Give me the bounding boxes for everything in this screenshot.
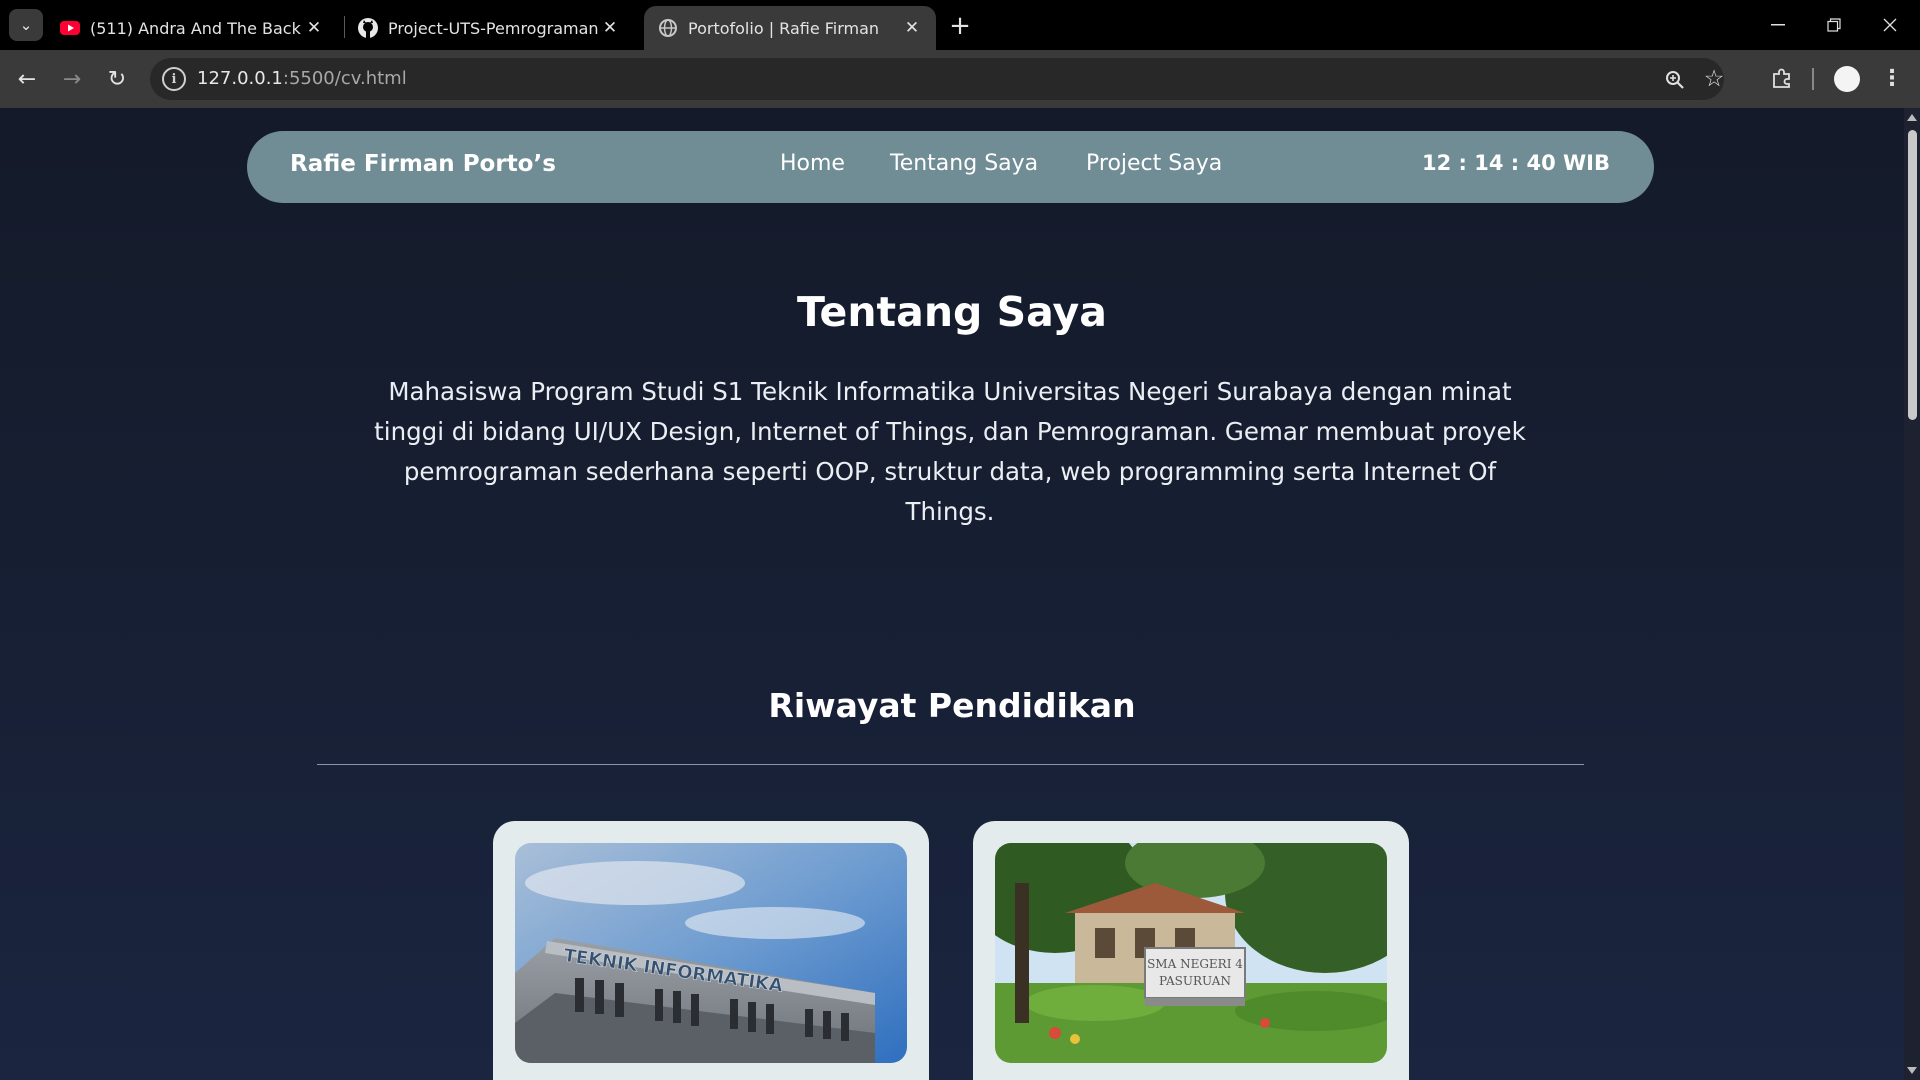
address-bar[interactable]: i 127.0.0.1:5500/cv.html ☆ bbox=[150, 58, 1724, 100]
new-tab-button[interactable]: + bbox=[945, 11, 975, 41]
section-divider bbox=[317, 764, 1584, 765]
highschool-image: SMA NEGERI 4 PASURUAN bbox=[995, 843, 1387, 1063]
restore-button[interactable] bbox=[1806, 0, 1862, 50]
site-navbar: Rafie Firman Porto’s Home Tentang Saya P… bbox=[247, 131, 1654, 203]
arrow-left-icon: ← bbox=[17, 66, 37, 92]
browser-tab-portfolio[interactable]: Portofolio | Rafie Firman ✕ bbox=[644, 6, 936, 50]
university-building-image: TEKNIK INFORMATIKA bbox=[515, 843, 907, 1063]
url-host: 127.0.0.1 bbox=[197, 68, 283, 89]
education-card-university[interactable]: TEKNIK INFORMATIKA bbox=[493, 821, 929, 1080]
reload-button[interactable]: ↻ bbox=[101, 63, 133, 95]
close-tab-icon[interactable]: ✕ bbox=[598, 16, 622, 40]
tab-search-button[interactable]: ⌄ bbox=[9, 9, 43, 41]
browser-tab-youtube[interactable]: (511) Andra And The Backbone ✕ bbox=[46, 6, 338, 50]
close-window-button[interactable] bbox=[1862, 0, 1918, 50]
browser-tab-bar: ⌄ (511) Andra And The Backbone ✕ Project… bbox=[0, 0, 1920, 50]
zoom-icon[interactable] bbox=[1662, 67, 1688, 93]
url-path: :5500/cv.html bbox=[282, 68, 407, 89]
nav-link-home[interactable]: Home bbox=[780, 151, 845, 176]
scroll-up-arrow-icon[interactable] bbox=[1907, 114, 1917, 121]
minimize-icon bbox=[1771, 24, 1785, 26]
nav-link-project-saya[interactable]: Project Saya bbox=[1086, 151, 1222, 176]
extensions-button[interactable] bbox=[1768, 64, 1796, 92]
forward-button[interactable]: → bbox=[56, 63, 88, 95]
sign-line-2: PASURUAN bbox=[1159, 974, 1231, 988]
page-scrollbar[interactable] bbox=[1904, 108, 1920, 1080]
nav-link-tentang-saya[interactable]: Tentang Saya bbox=[890, 151, 1038, 176]
education-heading: Riwayat Pendidikan bbox=[768, 686, 1136, 725]
url-text[interactable]: 127.0.0.1:5500/cv.html bbox=[197, 68, 407, 89]
chevron-down-icon: ⌄ bbox=[19, 16, 33, 34]
education-card-highschool[interactable]: SMA NEGERI 4 PASURUAN bbox=[973, 821, 1409, 1080]
kebab-menu-icon[interactable]: ⋮ bbox=[1880, 64, 1904, 92]
profile-avatar[interactable] bbox=[1834, 66, 1860, 92]
youtube-icon bbox=[60, 18, 80, 38]
arrow-right-icon: → bbox=[62, 66, 82, 92]
globe-icon bbox=[658, 18, 678, 38]
minimize-button[interactable] bbox=[1750, 0, 1806, 50]
close-window-icon bbox=[1883, 18, 1897, 32]
site-brand[interactable]: Rafie Firman Porto’s bbox=[290, 151, 556, 177]
browser-toolbar: ← → ↻ i 127.0.0.1:5500/cv.html ☆ ⋮ bbox=[0, 50, 1920, 108]
browser-tab-github[interactable]: Project-UTS-Pemrograman-Berb ✕ bbox=[344, 6, 634, 50]
about-heading: Tentang Saya bbox=[797, 288, 1107, 336]
reload-icon: ↻ bbox=[107, 66, 127, 92]
plus-icon: + bbox=[949, 11, 971, 41]
about-paragraph: Mahasiswa Program Studi S1 Teknik Inform… bbox=[374, 377, 1526, 526]
page-viewport: Rafie Firman Porto’s Home Tentang Saya P… bbox=[0, 108, 1904, 1080]
close-tab-icon[interactable]: ✕ bbox=[302, 16, 326, 40]
toolbar-divider bbox=[1812, 68, 1814, 90]
back-button[interactable]: ← bbox=[11, 63, 43, 95]
scroll-down-arrow-icon[interactable] bbox=[1907, 1067, 1917, 1074]
scrollbar-thumb[interactable] bbox=[1908, 130, 1917, 420]
close-tab-icon[interactable]: ✕ bbox=[900, 16, 924, 40]
restore-icon bbox=[1827, 18, 1841, 32]
sign-line-1: SMA NEGERI 4 bbox=[1147, 957, 1243, 971]
tab-title: (511) Andra And The Backbone bbox=[90, 18, 302, 38]
tab-title: Portofolio | Rafie Firman bbox=[688, 18, 880, 38]
tab-title: Project-UTS-Pemrograman-Berb bbox=[388, 18, 598, 38]
puzzle-icon bbox=[1773, 68, 1790, 88]
live-clock: 12 : 14 : 40 WIB bbox=[1421, 151, 1610, 175]
site-info-icon[interactable]: i bbox=[162, 67, 186, 91]
bookmark-star-icon[interactable]: ☆ bbox=[1701, 66, 1727, 92]
github-icon bbox=[358, 18, 378, 38]
